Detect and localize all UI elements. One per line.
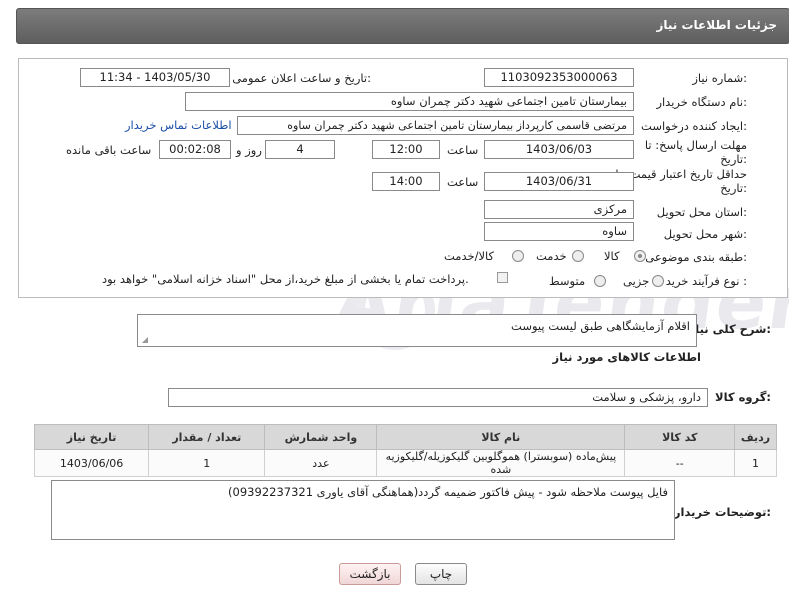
- cell-quantity: 1: [148, 449, 266, 477]
- page-title: جزئیات اطلاعات نیاز: [656, 18, 777, 32]
- days-label: روز و: [236, 143, 262, 157]
- time-remaining-field: 00:02:08: [159, 140, 231, 159]
- price-time-field: 14:00: [372, 172, 440, 191]
- buyer-notes-textarea[interactable]: فایل پیوست ملاحظه شود - پیش فاکتور ضمیمه…: [51, 480, 675, 540]
- reply-time-field: 12:00: [372, 140, 440, 159]
- process-option-minor: جزیی: [623, 274, 650, 288]
- cell-unit: عدد: [264, 449, 378, 477]
- process-type-label: نوع فرآیند خرید :: [665, 274, 747, 288]
- requester-field: مرتضی قاسمی کارپرداز بیمارستان تامین اجت…: [237, 116, 634, 135]
- price-time-label: ساعت: [447, 175, 479, 189]
- category-option-service: خدمت: [536, 249, 567, 263]
- city-field: ساوه: [484, 222, 634, 241]
- print-button[interactable]: چاپ: [415, 563, 467, 585]
- category-radio-goods-service[interactable]: [512, 250, 524, 262]
- buyer-contact-link[interactable]: اطلاعات تماس خریدار: [125, 118, 232, 132]
- category-option-goods-service: کالا/خدمت: [444, 249, 495, 263]
- time-remaining-label: ساعت باقی مانده: [66, 143, 152, 157]
- province-label: استان محل تحویل:: [656, 205, 747, 219]
- col-item-code: کد کالا: [624, 424, 736, 450]
- category-label: طبقه بندی موضوعی:: [645, 250, 747, 264]
- buyer-notes-label: توضیحات خریدار:: [673, 505, 771, 519]
- description-text: اقلام آزمایشگاهی طبق لیست پیوست: [511, 319, 690, 333]
- buyer-notes-text: فایل پیوست ملاحظه شود - پیش فاکتور ضمیمه…: [228, 485, 668, 499]
- requester-label: ایجاد کننده درخواست:: [641, 119, 747, 133]
- back-button[interactable]: بازگشت: [339, 563, 401, 585]
- announce-date-label: تاریخ و ساعت اعلان عمومی:: [232, 71, 371, 85]
- description-label: شرح کلی نیاز:: [688, 322, 771, 336]
- goods-table-header: ردیف کد کالا نام کالا واحد شمارش تعداد /…: [33, 424, 777, 450]
- price-date-field: 1403/06/31: [484, 172, 634, 191]
- category-radio-service[interactable]: [572, 250, 584, 262]
- col-need-date: تاریخ نیاز: [33, 424, 150, 450]
- reply-date-field: 1403/06/03: [484, 140, 634, 159]
- reply-time-label: ساعت: [447, 143, 479, 157]
- col-quantity: تعداد / مقدار: [148, 424, 266, 450]
- category-option-goods: کالا: [604, 249, 620, 263]
- process-radio-medium[interactable]: [594, 275, 606, 287]
- province-field: مرکزی: [484, 200, 634, 219]
- page-header: جزئیات اطلاعات نیاز: [16, 8, 789, 44]
- table-row: 1 -- پیش‌ماده (سوبسترا) هموگلوبین گلیکوز…: [33, 449, 777, 477]
- need-number-field: 1103092353000063: [484, 68, 634, 87]
- reply-deadline-label: مهلت ارسال پاسخ: تا: [644, 138, 747, 152]
- goods-section-title: اطلاعات کالاهای مورد نیاز: [552, 350, 701, 364]
- reply-deadline-label-date: تاریخ:: [720, 152, 747, 166]
- description-textarea[interactable]: اقلام آزمایشگاهی طبق لیست پیوست ◢: [137, 314, 697, 347]
- price-validity-label-date: تاریخ:: [720, 181, 747, 195]
- price-validity-label: حداقل تاریخ اعتبار قیمت: تا: [615, 167, 747, 181]
- cell-need-date: 1403/06/06: [33, 449, 150, 477]
- cell-item-name: پیش‌ماده (سوبسترا) هموگلوبین گلیکوزیله/گ…: [376, 449, 626, 477]
- announce-date-field: 1403/05/30 - 11:34: [80, 68, 230, 87]
- col-unit: واحد شمارش: [264, 424, 378, 450]
- col-item-name: نام کالا: [376, 424, 626, 450]
- process-option-medium: متوسط: [549, 274, 586, 288]
- process-radio-minor[interactable]: [652, 275, 664, 287]
- buyer-org-label: نام دستگاه خریدار:: [656, 95, 747, 109]
- treasury-payment-checkbox[interactable]: [497, 272, 508, 283]
- city-label: شهر محل تحویل:: [663, 227, 747, 241]
- days-remaining-field: 4: [265, 140, 335, 159]
- goods-group-field: دارو، پزشکی و سلامت: [168, 388, 708, 407]
- treasury-payment-note: پرداخت تمام یا بخشی از مبلغ خرید،از محل …: [102, 272, 469, 286]
- need-number-label: شماره نیاز:: [692, 71, 747, 85]
- cell-item-code: --: [624, 449, 736, 477]
- category-radio-goods[interactable]: [634, 250, 646, 262]
- resize-grip-icon[interactable]: ◢: [140, 336, 148, 344]
- cell-row-number: 1: [734, 449, 777, 477]
- buyer-org-field: بیمارستان تامین اجتماعی شهید دکتر چمران …: [185, 92, 634, 111]
- goods-table: ردیف کد کالا نام کالا واحد شمارش تعداد /…: [33, 424, 777, 477]
- col-row-number: ردیف: [734, 424, 777, 450]
- goods-group-label: گروه کالا:: [715, 390, 771, 404]
